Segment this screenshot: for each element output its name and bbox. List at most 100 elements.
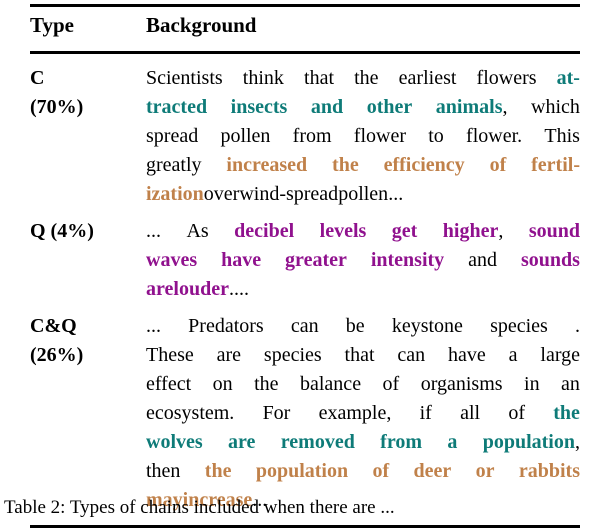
text-line: effect on the balance of organisms in an bbox=[146, 370, 580, 399]
text-span: greatly bbox=[146, 154, 202, 176]
text-span: flowers bbox=[476, 67, 537, 89]
text-word: the bbox=[205, 457, 232, 486]
text-word: ... bbox=[388, 180, 403, 209]
text-span: intensity bbox=[370, 249, 445, 271]
text-word: decibel bbox=[234, 217, 294, 246]
text-word: example, bbox=[319, 399, 392, 428]
row-type-percent: (26%) bbox=[30, 344, 84, 366]
row-type-name: Q (4%) bbox=[30, 220, 94, 242]
text-span: if bbox=[419, 402, 432, 424]
text-word: the bbox=[553, 399, 580, 428]
text-word: are bbox=[228, 428, 255, 457]
text-span: or bbox=[475, 460, 495, 482]
text-word: balance bbox=[300, 370, 361, 399]
text-word: Scientists bbox=[146, 64, 223, 93]
text-span: are bbox=[216, 344, 242, 366]
text-word: of bbox=[490, 151, 507, 180]
text-span: from bbox=[292, 125, 332, 147]
results-table: Type Background C (70%) Scientists think t… bbox=[0, 0, 594, 528]
text-span: have bbox=[221, 249, 262, 271]
text-span: efficiency bbox=[383, 154, 465, 176]
text-span: louder bbox=[173, 278, 229, 300]
text-span: ... bbox=[146, 315, 161, 337]
text-line: ecosystem. For example, if all of the bbox=[146, 399, 580, 428]
text-word: an bbox=[561, 370, 580, 399]
text-line: greatly increased the efficiency of fertil- bbox=[146, 151, 580, 180]
text-span: levels bbox=[319, 220, 367, 242]
text-span: earliest bbox=[398, 67, 457, 89]
text-span: , bbox=[574, 431, 580, 453]
text-span: decibel bbox=[234, 220, 295, 242]
row-type-name: C&Q bbox=[30, 315, 77, 337]
text-span: and bbox=[468, 249, 498, 271]
text-span: are bbox=[146, 278, 174, 300]
text-word: all bbox=[460, 399, 480, 428]
text-span: higher bbox=[442, 220, 499, 242]
text-word: sound bbox=[529, 217, 580, 246]
text-span: that bbox=[304, 67, 335, 89]
text-word: flower bbox=[354, 122, 406, 151]
text-line: Scientists think that the earliest flowers at- bbox=[146, 64, 580, 93]
text-word: increased bbox=[226, 151, 307, 180]
text-word: if bbox=[420, 399, 432, 428]
text-word: have bbox=[221, 246, 261, 275]
text-word: wolves bbox=[146, 428, 203, 457]
text-line: ization over wind-spread pollen... bbox=[146, 180, 580, 209]
text-line: then the population of deer or rabbits bbox=[146, 457, 580, 486]
text-span: These bbox=[146, 344, 194, 366]
text-word: . bbox=[575, 312, 580, 341]
text-span: removed bbox=[280, 431, 355, 453]
text-line: ... Predators can be keystone species. bbox=[146, 312, 580, 341]
text-line: wolves are removed from a population, bbox=[146, 428, 580, 457]
row-type-percent: (70%) bbox=[30, 96, 84, 118]
row-type-label: C&Q (26%) bbox=[30, 304, 146, 515]
text-span: spread bbox=[146, 125, 199, 147]
text-word: that bbox=[304, 64, 334, 93]
text-span: the bbox=[354, 67, 379, 89]
text-span: sound bbox=[528, 220, 580, 242]
text-word: ization bbox=[146, 180, 204, 209]
text-span: can bbox=[397, 344, 426, 366]
table-row: C (70%) Scientists think that the earliest fl… bbox=[0, 54, 594, 209]
text-span: of bbox=[489, 154, 507, 176]
table-header-row: Type Background bbox=[0, 7, 594, 42]
text-word: population, bbox=[483, 428, 580, 457]
text-word: over bbox=[204, 180, 240, 209]
text-span: that bbox=[344, 344, 375, 366]
text-line: are louder.... bbox=[146, 275, 580, 304]
text-word: from bbox=[380, 428, 422, 457]
text-word: other bbox=[367, 93, 413, 122]
text-span: which bbox=[531, 96, 580, 118]
text-word: greater bbox=[285, 246, 347, 275]
text-word: think bbox=[243, 64, 284, 93]
text-span: can bbox=[290, 315, 319, 337]
row-background-text: ... Predators can be keystone species. These ar… bbox=[146, 304, 594, 515]
text-span: tracted bbox=[146, 96, 208, 118]
text-span: Scientists bbox=[146, 67, 223, 89]
text-word: ... bbox=[146, 312, 161, 341]
text-span: of bbox=[382, 373, 400, 395]
text-word: on bbox=[213, 370, 233, 399]
text-word: animals, bbox=[436, 93, 508, 122]
text-word: insects bbox=[231, 93, 288, 122]
text-span: flower. bbox=[466, 125, 523, 147]
text-span: from bbox=[380, 431, 423, 453]
text-word: flower. bbox=[466, 122, 522, 151]
text-word: from bbox=[293, 122, 332, 151]
text-word: be bbox=[346, 312, 365, 341]
text-span: greater bbox=[285, 249, 347, 271]
text-span: in bbox=[524, 373, 540, 395]
text-word: pollen bbox=[338, 180, 388, 209]
text-span: and bbox=[310, 96, 344, 118]
text-word: For bbox=[263, 399, 291, 428]
text-word: keystone bbox=[392, 312, 463, 341]
text-span: increased bbox=[226, 154, 308, 176]
text-word: are bbox=[217, 341, 241, 370]
text-word: pollen bbox=[220, 122, 270, 151]
text-word: then bbox=[146, 457, 180, 486]
text-span: balance bbox=[300, 373, 362, 395]
text-word: large bbox=[540, 341, 580, 370]
text-word: and bbox=[468, 246, 497, 275]
text-word: organisms bbox=[421, 370, 503, 399]
text-word: can bbox=[291, 312, 319, 341]
